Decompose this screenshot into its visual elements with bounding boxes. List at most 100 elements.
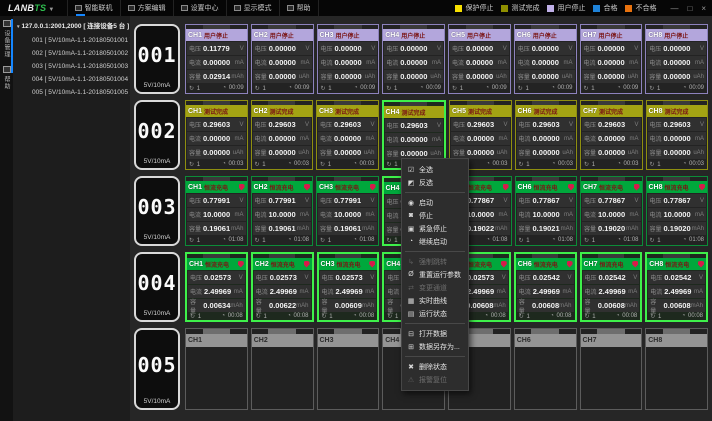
- device-tile-001[interactable]: 0015V/10mA: [134, 24, 180, 94]
- channel-card-003-CH2[interactable]: CH2恒流充电电压0.77991V电流10.0000mA容量0.19061mAh…: [251, 176, 314, 246]
- context-menu-label: 继续启动: [419, 237, 447, 247]
- tree-item-device-1[interactable]: 001 [ 5V/10mA-1.1-20180501001 ]: [17, 34, 130, 47]
- device-tile-004[interactable]: 0045V/10mA: [134, 252, 180, 322]
- channel-card-004-CH1[interactable]: CH1恒流充电电压0.02573V电流2.49969mA容量0.00634mAh…: [185, 252, 248, 322]
- logo-lanb: LANB: [8, 3, 34, 13]
- current-value: 0.00000: [269, 134, 300, 143]
- legend-label: 合格: [603, 3, 617, 13]
- channel-card-002-CH1[interactable]: CH1测试完成电压0.29603V电流0.00000mA容量0.00000uAh…: [185, 100, 248, 170]
- current-row: 电流0.00000mA: [450, 56, 509, 69]
- context-menu-item-run-status[interactable]: ▤运行状态: [402, 307, 468, 320]
- channel-card-004-CH2[interactable]: CH2恒流充电电压0.02573V电流2.49969mA容量0.00622mAh…: [251, 252, 314, 322]
- loop-count: ↻ 1: [584, 85, 595, 92]
- voltage-label: 电压: [584, 196, 596, 205]
- menu-item-4[interactable]: 显示模式: [226, 0, 279, 16]
- menu-item-label: 帮助: [297, 3, 311, 13]
- tree-item-device-3[interactable]: 003 [ 5V/10mA-1.1-20180501003 ]: [17, 60, 130, 73]
- capacity-unit: mAh: [231, 74, 243, 80]
- channel-card-001-CH7[interactable]: CH7用户停止电压0.00000V电流0.00000mA容量0.00000uAh…: [580, 24, 643, 94]
- context-menu-item-invert-select[interactable]: ◩反选: [402, 176, 468, 189]
- voltage-unit: V: [239, 275, 243, 281]
- context-menu-item-realtime-curve[interactable]: ▦实时曲线: [402, 294, 468, 307]
- channel-card-003-CH7[interactable]: CH7恒流充电电压0.77867V电流10.0000mA容量0.19020mAh…: [580, 176, 643, 246]
- minimize-button[interactable]: —: [670, 4, 678, 13]
- voltage-label: 电压: [519, 273, 531, 282]
- context-menu: ☑全选◩反选◉启动◙停止▣紧急停止◔继续启动↳强制跳转Ø重置运行参数⇄变更通道▦…: [401, 158, 469, 391]
- logo-caret-icon[interactable]: ▼: [48, 7, 54, 13]
- context-menu-item-reset-run-params[interactable]: Ø重置运行参数: [402, 268, 468, 281]
- channel-card-005-CH7[interactable]: CH7: [580, 328, 643, 410]
- elapsed-time: ◔ 00:03: [683, 161, 704, 167]
- channel-card-004-CH3[interactable]: CH3恒流充电电压0.02573V电流2.49969mA容量0.00609mAh…: [317, 252, 380, 322]
- menu-item-1[interactable]: 智能联机: [67, 0, 120, 16]
- context-menu-item-resume-start[interactable]: ◔继续启动: [402, 235, 468, 248]
- loop-count: ↻ 1: [584, 161, 595, 168]
- device-tile-005[interactable]: 0055V/10mA: [134, 328, 180, 410]
- channel-card-003-CH3[interactable]: CH3恒流充电电压0.77991V电流10.0000mA容量0.19061mAh…: [316, 176, 379, 246]
- channel-card-005-CH2[interactable]: CH2: [251, 328, 314, 410]
- context-menu-item-delete-status[interactable]: ✖删除状态: [402, 360, 468, 373]
- channel-card-001-CH4[interactable]: CH4用户停止电压0.00000V电流0.00000mA容量0.00000uAh…: [382, 24, 445, 94]
- context-menu-item-emergency-stop[interactable]: ▣紧急停止: [402, 222, 468, 235]
- channel-card-003-CH1[interactable]: CH1恒流充电电压0.77991V电流10.0000mA容量0.19061mAh…: [185, 176, 248, 246]
- restore-button[interactable]: □: [687, 4, 692, 13]
- side-tab-help[interactable]: 帮助: [2, 66, 11, 90]
- channel-card-002-CH8[interactable]: CH8测试完成电压0.29603V电流0.00000mA容量0.00000uAh…: [646, 100, 709, 170]
- device-tile-003[interactable]: 0035V/10mA: [134, 176, 180, 246]
- channel-card-005-CH6[interactable]: CH6: [514, 328, 577, 410]
- voltage-value: 0.29603: [269, 120, 305, 129]
- context-menu-item-save-data-as[interactable]: ⊞数据另存为...: [402, 340, 468, 353]
- channel-status: 恒流充电: [665, 183, 689, 192]
- time-value: 00:08: [686, 313, 703, 319]
- channel-name: CH2: [254, 32, 268, 39]
- channel-card-004-CH8[interactable]: CH8恒流充电电压0.02542V电流2.49969mA容量0.00608mAh…: [645, 252, 708, 322]
- channel-card-005-CH8[interactable]: CH8: [645, 328, 708, 410]
- channel-card-004-CH7[interactable]: CH7恒流充电电压0.02542V电流2.49969mA容量0.00608mAh…: [580, 252, 643, 322]
- voltage-label: 电压: [189, 196, 201, 205]
- tree-item-device-5[interactable]: 005 [ 5V/10mA-1.1-20180501005 ]: [17, 86, 130, 99]
- tree-item-device-4[interactable]: 004 [ 5V/10mA-1.1-20180501004 ]: [17, 73, 130, 86]
- device-tile-002[interactable]: 0025V/10mA: [134, 100, 180, 170]
- emergency-stop-icon: ▣: [406, 225, 416, 233]
- channel-card-002-CH2[interactable]: CH2测试完成电压0.29603V电流0.00000mA容量0.00000uAh…: [251, 100, 314, 170]
- menu-item-2[interactable]: 方案编辑: [120, 0, 173, 16]
- current-value: 2.49969: [336, 287, 366, 296]
- channel-card-002-CH6[interactable]: CH6测试完成电压0.29603V电流0.00000mA容量0.00000uAh…: [515, 100, 578, 170]
- legend-item: 保护停止: [455, 3, 493, 13]
- context-menu-item-stop[interactable]: ◙停止: [402, 209, 468, 222]
- current-value: 10.0000: [664, 210, 695, 219]
- channel-card-003-CH8[interactable]: CH8恒流充电电压0.77867V电流10.0000mA容量0.19020mAh…: [646, 176, 709, 246]
- tree-root-node[interactable]: ▾127.0.0.1:2001,2000 [ 连接设备5 台 ]: [17, 20, 130, 34]
- channel-card-004-CH6[interactable]: CH6恒流充电电压0.02542V电流2.49969mA容量0.00608mAh…: [514, 252, 577, 322]
- channel-card-001-CH3[interactable]: CH3用户停止电压0.00000V电流0.00000mA容量0.00000uAh…: [317, 24, 380, 94]
- context-menu-item-select-all[interactable]: ☑全选: [402, 163, 468, 176]
- current-unit: mA: [695, 60, 704, 66]
- tree-item-device-2[interactable]: 002 [ 5V/10mA-1.1-20180501002 ]: [17, 47, 130, 60]
- capacity-row: 容量0.00000uAh: [582, 146, 641, 159]
- context-menu-item-start[interactable]: ◉启动: [402, 196, 468, 209]
- menu-item-3[interactable]: 设置中心: [173, 0, 226, 16]
- channel-card-005-CH3[interactable]: CH3: [317, 328, 380, 410]
- channel-header: CH7恒流充电: [582, 258, 641, 270]
- channel-card-003-CH6[interactable]: CH6恒流充电电压0.77867V电流10.0000mA容量0.19021mAh…: [515, 176, 578, 246]
- channel-card-001-CH2[interactable]: CH2用户停止电压0.00000V电流0.00000mA容量0.00000uAh…: [251, 24, 314, 94]
- channel-card-002-CH7[interactable]: CH7测试完成电压0.29603V电流0.00000mA容量0.00000uAh…: [580, 100, 643, 170]
- capacity-unit: uAh: [693, 74, 704, 80]
- voltage-label: 电压: [452, 44, 464, 53]
- channel-card-001-CH8[interactable]: CH8用户停止电压0.00000V电流0.00000mA容量0.00000uAh…: [645, 24, 708, 94]
- channel-card-001-CH6[interactable]: CH6用户停止电压0.00000V电流0.00000mA容量0.00000uAh…: [514, 24, 577, 94]
- side-tab-device-manager[interactable]: 设备管理: [2, 20, 11, 58]
- voltage-unit: V: [370, 122, 374, 128]
- voltage-value: 0.29603: [203, 120, 239, 129]
- capacity-value: 0.00000: [466, 72, 496, 81]
- context-menu-item-open-data[interactable]: ⊟打开数据: [402, 327, 468, 340]
- tree-expand-icon[interactable]: ▾: [17, 24, 20, 30]
- menu-item-5[interactable]: 帮助: [279, 0, 319, 16]
- current-value: 10.0000: [334, 210, 365, 219]
- channel-card-005-CH1[interactable]: CH1: [185, 328, 248, 410]
- close-button[interactable]: ×: [701, 4, 706, 13]
- channel-card-001-CH5[interactable]: CH5用户停止电压0.00000V电流0.00000mA容量0.00000uAh…: [448, 24, 511, 94]
- channel-card-001-CH1[interactable]: CH1用户停止电压0.11779V电流0.00000mA容量0.02914mAh…: [185, 24, 248, 94]
- channel-card-002-CH3[interactable]: CH3测试完成电压0.29603V电流0.00000mA容量0.00000uAh…: [316, 100, 379, 170]
- loop-icon: ↻: [519, 238, 524, 244]
